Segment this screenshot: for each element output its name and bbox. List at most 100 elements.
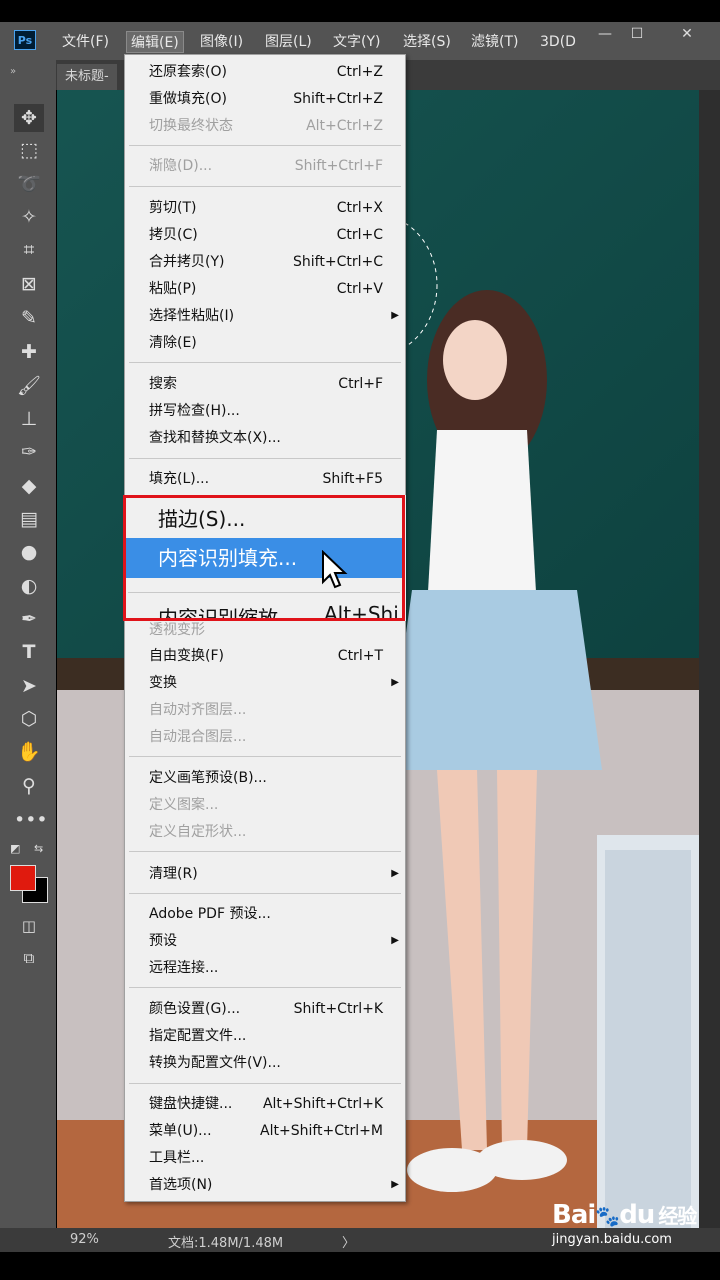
move-tool-icon[interactable]: ✥ xyxy=(14,104,44,132)
menu-item-undo[interactable]: 还原套索(O) Ctrl+Z xyxy=(125,59,405,85)
shape-tool-icon[interactable]: ⬡ xyxy=(14,705,44,733)
document-size: 文档:1.48M/1.48M xyxy=(168,1236,284,1251)
menu-item-assign-profile[interactable]: 指定配置文件... xyxy=(125,1023,405,1049)
healing-brush-tool-icon[interactable]: ✚ xyxy=(14,338,44,366)
menu-separator xyxy=(129,756,401,757)
menu-item-define-pattern[interactable]: 定义图案... xyxy=(125,792,405,818)
status-menu-arrow-icon[interactable]: 〉 xyxy=(342,1232,355,1251)
menu-item-paste[interactable]: 粘贴(P) Ctrl+V xyxy=(125,276,405,302)
blur-tool-icon[interactable]: ● xyxy=(14,538,44,566)
menu-layer[interactable]: 图层(L) xyxy=(265,31,312,53)
submenu-arrow-icon: ▶ xyxy=(391,1179,399,1190)
menu-item-menus[interactable]: 菜单(U)... Alt+Shift+Ctrl+M xyxy=(125,1118,405,1144)
menu-separator xyxy=(129,1083,401,1084)
menu-item-cut[interactable]: 剪切(T) Ctrl+X xyxy=(125,195,405,221)
path-selection-tool-icon[interactable]: ➤ xyxy=(14,672,44,700)
hand-tool-icon[interactable]: ✋ xyxy=(14,738,44,766)
menu-item-copy-merged[interactable]: 合并拷贝(Y) Shift+Ctrl+C xyxy=(125,249,405,275)
menu-item-color-settings[interactable]: 颜色设置(G)... Shift+Ctrl+K xyxy=(125,996,405,1022)
maximize-button[interactable]: ☐ xyxy=(622,24,652,44)
menu-item-purge[interactable]: 清理(R) ▶ xyxy=(125,861,405,887)
foreground-color-swatch[interactable] xyxy=(10,865,36,891)
pen-tool-icon[interactable]: ✒ xyxy=(14,605,44,633)
letterbox-bottom xyxy=(0,1252,720,1280)
panel-collapse-icon[interactable]: » xyxy=(10,66,16,77)
menu-item-toolbar[interactable]: 工具栏... xyxy=(125,1145,405,1171)
canvas-scroll-area xyxy=(699,90,720,1230)
menu-item-spell-check[interactable]: 拼写检查(H)... xyxy=(125,398,405,424)
menu-item-convert-profile[interactable]: 转换为配置文件(V)... xyxy=(125,1050,405,1076)
watermark-brand: Bai xyxy=(552,1200,596,1230)
menu-item-fade[interactable]: 渐隐(D)... Shift+Ctrl+F xyxy=(125,153,405,179)
menu-item-preferences[interactable]: 首选项(N) ▶ xyxy=(125,1172,405,1198)
magic-wand-tool-icon[interactable]: ✧ xyxy=(14,203,44,231)
menu-item-clear[interactable]: 清除(E) xyxy=(125,330,405,356)
type-tool-icon[interactable]: T xyxy=(14,638,44,666)
history-brush-tool-icon[interactable]: ✑ xyxy=(14,438,44,466)
menu-separator xyxy=(129,987,401,988)
default-colors-icon[interactable]: ◩ xyxy=(10,842,20,855)
clone-stamp-tool-icon[interactable]: ⊥ xyxy=(14,405,44,433)
menu-item-find-replace[interactable]: 查找和替换文本(X)... xyxy=(125,425,405,451)
red-highlight-frame xyxy=(123,495,405,621)
menu-separator xyxy=(129,145,401,146)
menu-separator xyxy=(129,362,401,363)
gradient-tool-icon[interactable]: ▤ xyxy=(14,505,44,533)
menu-separator xyxy=(129,851,401,852)
menu-item-auto-blend-layers[interactable]: 自动混合图层... xyxy=(125,724,405,750)
menu-item-toggle-last-state[interactable]: 切换最终状态 Alt+Ctrl+Z xyxy=(125,113,405,139)
submenu-arrow-icon: ▶ xyxy=(391,935,399,946)
menu-filter[interactable]: 滤镜(T) xyxy=(471,31,518,53)
watermark-brand2: du xyxy=(619,1200,655,1230)
frame-tool-icon[interactable]: ⊠ xyxy=(14,270,44,298)
menu-select[interactable]: 选择(S) xyxy=(403,31,451,53)
eyedropper-tool-icon[interactable]: ✎ xyxy=(14,304,44,332)
brush-tool-icon[interactable]: 🖌 xyxy=(14,372,44,400)
menu-item-pdf-presets[interactable]: Adobe PDF 预设... xyxy=(125,901,405,927)
menu-item-define-shape[interactable]: 定义自定形状... xyxy=(125,819,405,845)
menu-item-auto-align-layers[interactable]: 自动对齐图层... xyxy=(125,697,405,723)
edit-menu-dropdown: 还原套索(O) Ctrl+Z 重做填充(O) Shift+Ctrl+Z 切换最终状态… xyxy=(124,54,406,1202)
baidu-watermark: Bai🐾du 经验 jingyan.baidu.com xyxy=(552,1200,697,1247)
quick-mask-icon[interactable]: ◫ xyxy=(14,912,44,940)
menu-separator xyxy=(129,458,401,459)
menu-item-redo[interactable]: 重做填充(O) Shift+Ctrl+Z xyxy=(125,86,405,112)
marquee-tool-icon[interactable]: ⬚ xyxy=(14,136,44,164)
document-tab[interactable]: 未标题- xyxy=(57,64,117,90)
menu-item-fill[interactable]: 填充(L)... Shift+F5 xyxy=(125,466,405,492)
menu-item-free-transform[interactable]: 自由变换(F) Ctrl+T xyxy=(125,643,405,669)
menu-item-define-brush[interactable]: 定义画笔预设(B)... xyxy=(125,765,405,791)
submenu-arrow-icon: ▶ xyxy=(391,677,399,688)
menu-item-copy[interactable]: 拷贝(C) Ctrl+C xyxy=(125,222,405,248)
menu-item-remote-connections[interactable]: 远程连接... xyxy=(125,955,405,981)
photoshop-logo: Ps xyxy=(14,30,36,50)
swap-colors-icon[interactable]: ⇆ xyxy=(34,842,43,855)
minimize-button[interactable]: — xyxy=(590,24,620,44)
menu-3d[interactable]: 3D(D xyxy=(540,31,576,53)
submenu-arrow-icon: ▶ xyxy=(391,310,399,321)
more-tools-icon[interactable]: ••• xyxy=(14,806,48,834)
menu-item-transform[interactable]: 变换 ▶ xyxy=(125,670,405,696)
zoom-tool-icon[interactable]: ⚲ xyxy=(14,772,44,800)
watermark-url: jingyan.baidu.com xyxy=(552,1232,672,1247)
menu-image[interactable]: 图像(I) xyxy=(200,31,243,53)
watermark-brand-cn: 经验 xyxy=(658,1204,697,1228)
close-button[interactable]: ✕ xyxy=(672,24,702,44)
menu-separator xyxy=(129,893,401,894)
menu-item-search[interactable]: 搜索 Ctrl+F xyxy=(125,371,405,397)
menu-type[interactable]: 文字(Y) xyxy=(333,31,380,53)
screen-mode-icon[interactable]: ⧉ xyxy=(14,944,44,972)
zoom-level[interactable]: 92% xyxy=(70,1232,99,1247)
dodge-tool-icon[interactable]: ◐ xyxy=(14,572,44,600)
submenu-arrow-icon: ▶ xyxy=(391,868,399,879)
menu-edit[interactable]: 编辑(E) xyxy=(126,31,184,53)
crop-tool-icon[interactable]: ⌗ xyxy=(14,236,44,264)
menu-file[interactable]: 文件(F) xyxy=(62,31,109,53)
mouse-pointer-icon xyxy=(322,550,348,589)
menu-separator xyxy=(129,186,401,187)
lasso-tool-icon[interactable]: ➰ xyxy=(14,170,44,198)
eraser-tool-icon[interactable]: ◆ xyxy=(14,472,44,500)
menu-item-keyboard-shortcuts[interactable]: 键盘快捷键... Alt+Shift+Ctrl+K xyxy=(125,1091,405,1117)
menu-item-presets[interactable]: 预设 ▶ xyxy=(125,928,405,954)
menu-item-paste-special[interactable]: 选择性粘贴(I) ▶ xyxy=(125,303,405,329)
